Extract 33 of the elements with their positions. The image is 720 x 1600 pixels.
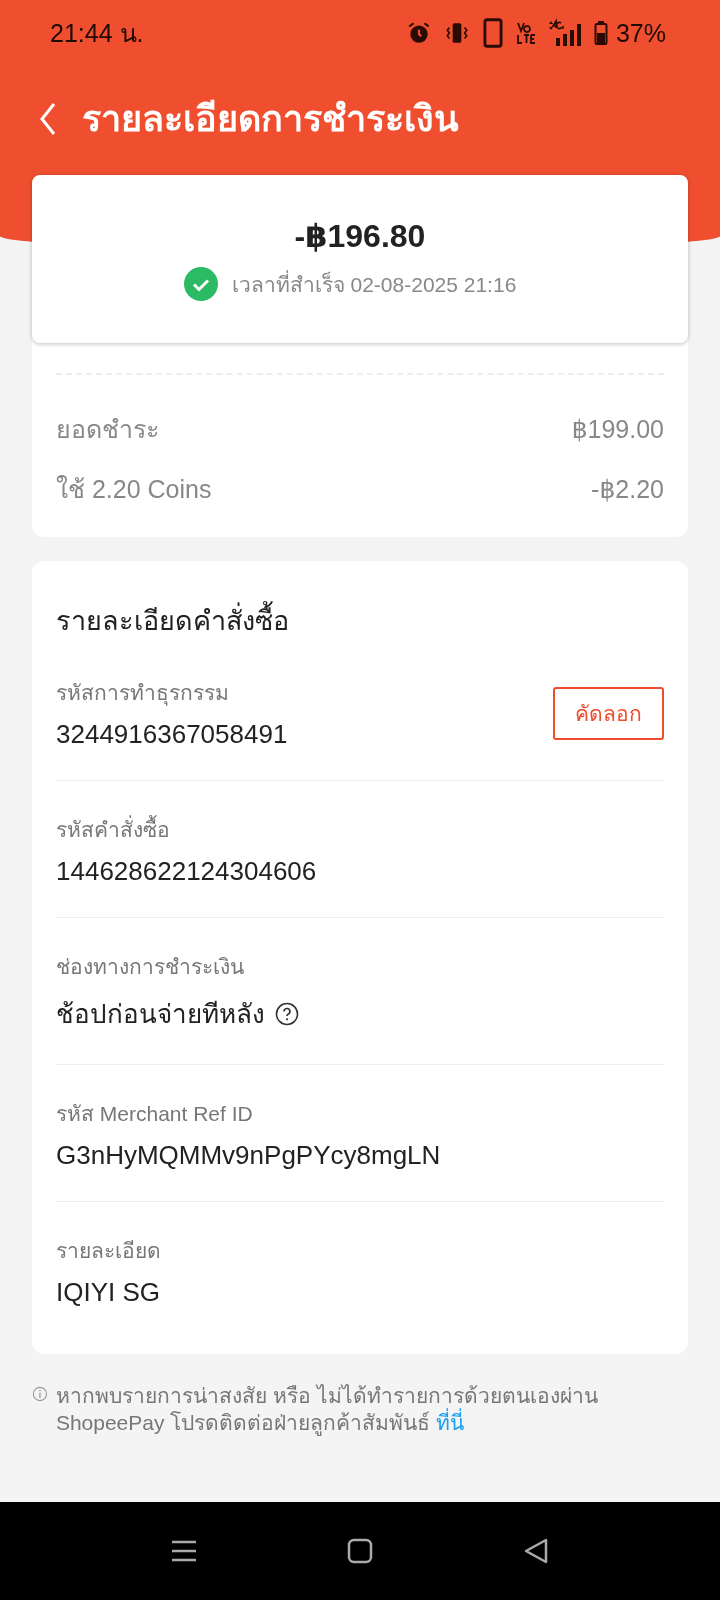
menu-icon[interactable]	[171, 1539, 197, 1563]
field-value: G3nHyMQMMv9nPgPYcy8mgLN	[56, 1140, 441, 1171]
help-icon[interactable]	[275, 1001, 299, 1026]
field-label: รหัส Merchant Ref ID	[56, 1101, 254, 1127]
breakdown-label: ใช้ 2.20 Coins	[56, 474, 212, 505]
help-note: หากพบรายการน่าสงสัย หรือ ไม่ได้ทำรายการด้วยตนเองผ่าน ShopeePay โปรดติดต่อฝ่ายลูกค้าสัมพันธ์ ที่นี่	[55, 1383, 599, 1437]
breakdown-label: ยอดชำระ	[56, 414, 159, 445]
home-icon[interactable]	[347, 1538, 373, 1564]
field-label: รหัสการทำธุรกรรม	[56, 680, 230, 708]
breakdown-value: -฿2.20	[591, 475, 664, 504]
field-value: 3244916367058491	[56, 719, 288, 750]
vibrate-icon	[443, 20, 470, 46]
battery-percent: 37%	[615, 18, 666, 48]
field-value: IQIYI SG	[56, 1277, 161, 1308]
field-label: รายละเอียด	[56, 1238, 161, 1264]
signal-icon	[547, 18, 582, 48]
field-label: รหัสคำสั่งซื้อ	[56, 813, 317, 846]
breakdown-value: ฿199.00	[571, 415, 664, 444]
back-triangle-icon[interactable]	[523, 1537, 549, 1565]
status-time: 21:44 น.	[50, 18, 144, 49]
copy-button[interactable]: คัดลอก	[553, 686, 664, 740]
phone-icon	[481, 18, 504, 48]
volte-icon	[515, 20, 536, 46]
field-value: 144628622124304606	[56, 856, 317, 887]
completion-time: เวลาที่สำเร็จ 02-08-2025 21:16	[231, 269, 517, 298]
battery-icon	[593, 20, 608, 46]
page-title: รายละเอียดการชำระเงิน	[82, 97, 459, 141]
check-icon	[183, 267, 218, 301]
back-icon[interactable]	[38, 100, 58, 137]
field-value: ช้อปก่อนจ่ายทีหลัง	[56, 998, 265, 1031]
section-title: รายละเอียดคำสั่งซื้อ	[56, 599, 664, 642]
payment-amount: -฿196.80	[294, 217, 426, 255]
field-label: ช่องทางการชำระเงิน	[56, 954, 245, 980]
